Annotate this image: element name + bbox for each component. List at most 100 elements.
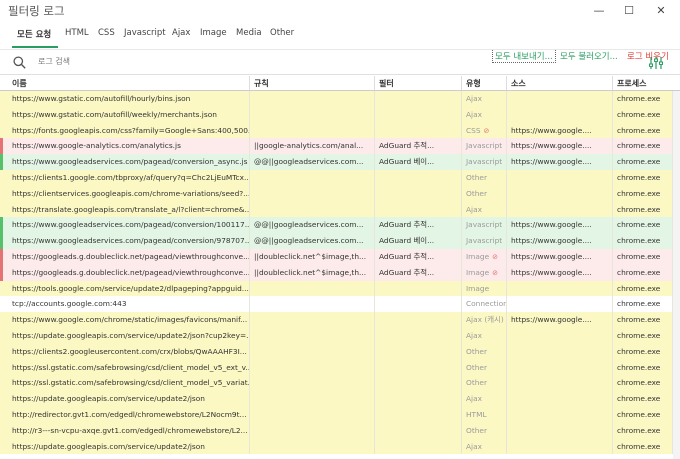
cell-rule-text: ||google-analytics.com/anal... [254,141,364,151]
table-row[interactable]: http://redirector.gvt1.com/edgedl/chrome… [0,407,680,423]
cell-source: https://www.google.... [507,233,613,249]
cell-process-text: chrome.exe [617,315,661,325]
cell-source [507,375,613,392]
cell-process-text: chrome.exe [617,94,661,103]
cell-type: Javascript [462,138,507,155]
cell-process-text: chrome.exe [617,188,661,198]
cell-process: chrome.exe [613,154,673,170]
cell-rule [250,280,375,297]
tab-ajax[interactable]: Ajax [172,28,190,38]
cell-type-text: Ajax [466,331,483,340]
table-row[interactable]: https://www.googleadservices.com/pagead/… [0,233,680,249]
cell-type: Connection [462,296,507,313]
cell-type-text: HTML [466,410,487,419]
cell-rule: ||doubleclick.net^$image,th... [250,264,375,281]
tab-other[interactable]: Other [270,28,294,38]
table-row[interactable]: https://www.google-analytics.com/analyti… [0,138,680,155]
cell-type-text: Ajax [466,94,483,103]
table-scrollbar[interactable] [673,91,680,459]
cell-name: tcp://accounts.google.com:443 [8,296,250,313]
table-row[interactable]: https://ssl.gstatic.com/safebrowsing/csd… [0,375,680,392]
table-row[interactable]: https://www.gstatic.com/autofill/hourly/… [0,91,680,107]
tab-image[interactable]: Image [200,28,227,38]
column-header-filter[interactable]: 필터 [375,76,462,90]
cell-type: Ajax [462,91,507,107]
minimize-button[interactable]: — [584,0,614,20]
cell-process-text: chrome.exe [617,283,661,293]
table-row[interactable]: tcp://accounts.google.com:443 Connection c… [0,296,680,313]
link-icon[interactable]: ⊘ [492,269,498,277]
cell-type: HTML [462,407,507,423]
table-row[interactable]: https://clients1.google.com/tbproxy/af/q… [0,170,680,186]
cell-name: https://translate.googleapis.com/transla… [8,201,250,218]
cell-source [507,170,613,186]
cell-process: chrome.exe [613,201,673,218]
cell-rule [250,359,375,376]
table-row[interactable]: https://googleads.g.doubleclick.net/page… [0,249,680,265]
table-row[interactable]: https://www.google.com/chrome/static/ima… [0,312,680,328]
cell-type: Image ⊘ [462,249,507,265]
cell-filter: AdGuard 추적... [375,138,462,155]
table-row[interactable]: https://googleads.g.doubleclick.net/page… [0,264,680,281]
cell-process: chrome.exe [613,422,673,439]
cell-source-text: https://www.google.... [511,267,592,277]
cell-rule [250,201,375,218]
table-row[interactable]: https://translate.googleapis.com/transla… [0,201,680,218]
table-row[interactable]: https://update.googleapis.com/service/up… [0,391,680,407]
row-status-marker [0,233,3,249]
cell-source [507,359,613,376]
cell-type-text: Ajax (캐시) [466,315,504,325]
cell-rule-text: @@||googleadservices.com... [254,236,364,246]
link-icon[interactable]: ⊘ [492,253,498,261]
maximize-button[interactable]: ☐ [614,0,644,20]
search-input[interactable] [38,57,438,66]
table-row[interactable]: https://update.googleapis.com/service/up… [0,328,680,344]
tab-javascript[interactable]: Javascript [124,28,166,38]
table-row[interactable]: https://fonts.googleapis.com/css?family=… [0,122,680,139]
column-header-type[interactable]: 유형 [462,76,507,90]
table-row[interactable]: https://update.googleapis.com/service/up… [0,438,680,455]
cell-process: chrome.exe [613,106,673,123]
cell-source [507,438,613,455]
cell-process: chrome.exe [613,280,673,297]
cell-filter [375,122,462,139]
table-row[interactable]: https://clients2.googleusercontent.com/c… [0,343,680,360]
row-status-marker [0,264,3,281]
cell-name: https://fonts.googleapis.com/css?family=… [8,122,250,139]
cell-process: chrome.exe [613,343,673,360]
cell-rule-text: @@||googleadservices.com... [254,157,364,167]
cell-name: http://r3---sn-vcpu-axqe.gvt1.com/edgedl… [8,422,250,439]
column-header-process[interactable]: 프로세스 [613,76,673,90]
cell-name: https://www.googleadservices.com/pagead/… [8,154,250,170]
cell-name: https://update.googleapis.com/service/up… [8,391,250,407]
close-button[interactable]: ✕ [646,0,676,20]
link-icon[interactable]: ⊘ [484,127,490,135]
column-header-source[interactable]: 소스 [507,76,613,90]
tab-all-requests[interactable]: 모든 요청 [17,28,51,40]
table-row[interactable]: https://clientservices.googleapis.com/ch… [0,185,680,202]
cell-process-text: chrome.exe [617,331,661,340]
tab-media[interactable]: Media [236,28,262,38]
table-row[interactable]: https://tools.google.com/service/update2… [0,280,680,297]
cell-type-text: Image [466,267,490,277]
table-row[interactable]: http://r3---sn-vcpu-axqe.gvt1.com/edgedl… [0,422,680,439]
cell-process: chrome.exe [613,407,673,423]
table-row[interactable]: https://www.googleadservices.com/pagead/… [0,154,680,170]
table-row[interactable]: https://ssl.gstatic.com/safebrowsing/csd… [0,359,680,376]
cell-type-text: Connection [466,299,507,309]
column-header-rule[interactable]: 규칙 [250,76,375,90]
search-icon[interactable] [13,56,26,69]
cell-rule: @@||googleadservices.com... [250,154,375,170]
table-row[interactable]: https://www.gstatic.com/autofill/weekly/… [0,106,680,123]
tab-css[interactable]: CSS [98,28,115,38]
cell-name-text: tcp://accounts.google.com:443 [12,299,127,309]
table-row[interactable]: https://www.googleadservices.com/pagead/… [0,217,680,234]
cell-source-text: https://www.google.... [511,236,592,246]
filter-sliders-icon[interactable] [648,55,664,71]
tab-html[interactable]: HTML [65,28,89,38]
column-header-name[interactable]: 이름 [8,76,250,90]
cell-name-text: https://fonts.googleapis.com/css?family=… [12,125,250,135]
cell-type: Javascript [462,217,507,234]
cell-rule [250,122,375,139]
cell-source: https://www.google.... [507,264,613,281]
